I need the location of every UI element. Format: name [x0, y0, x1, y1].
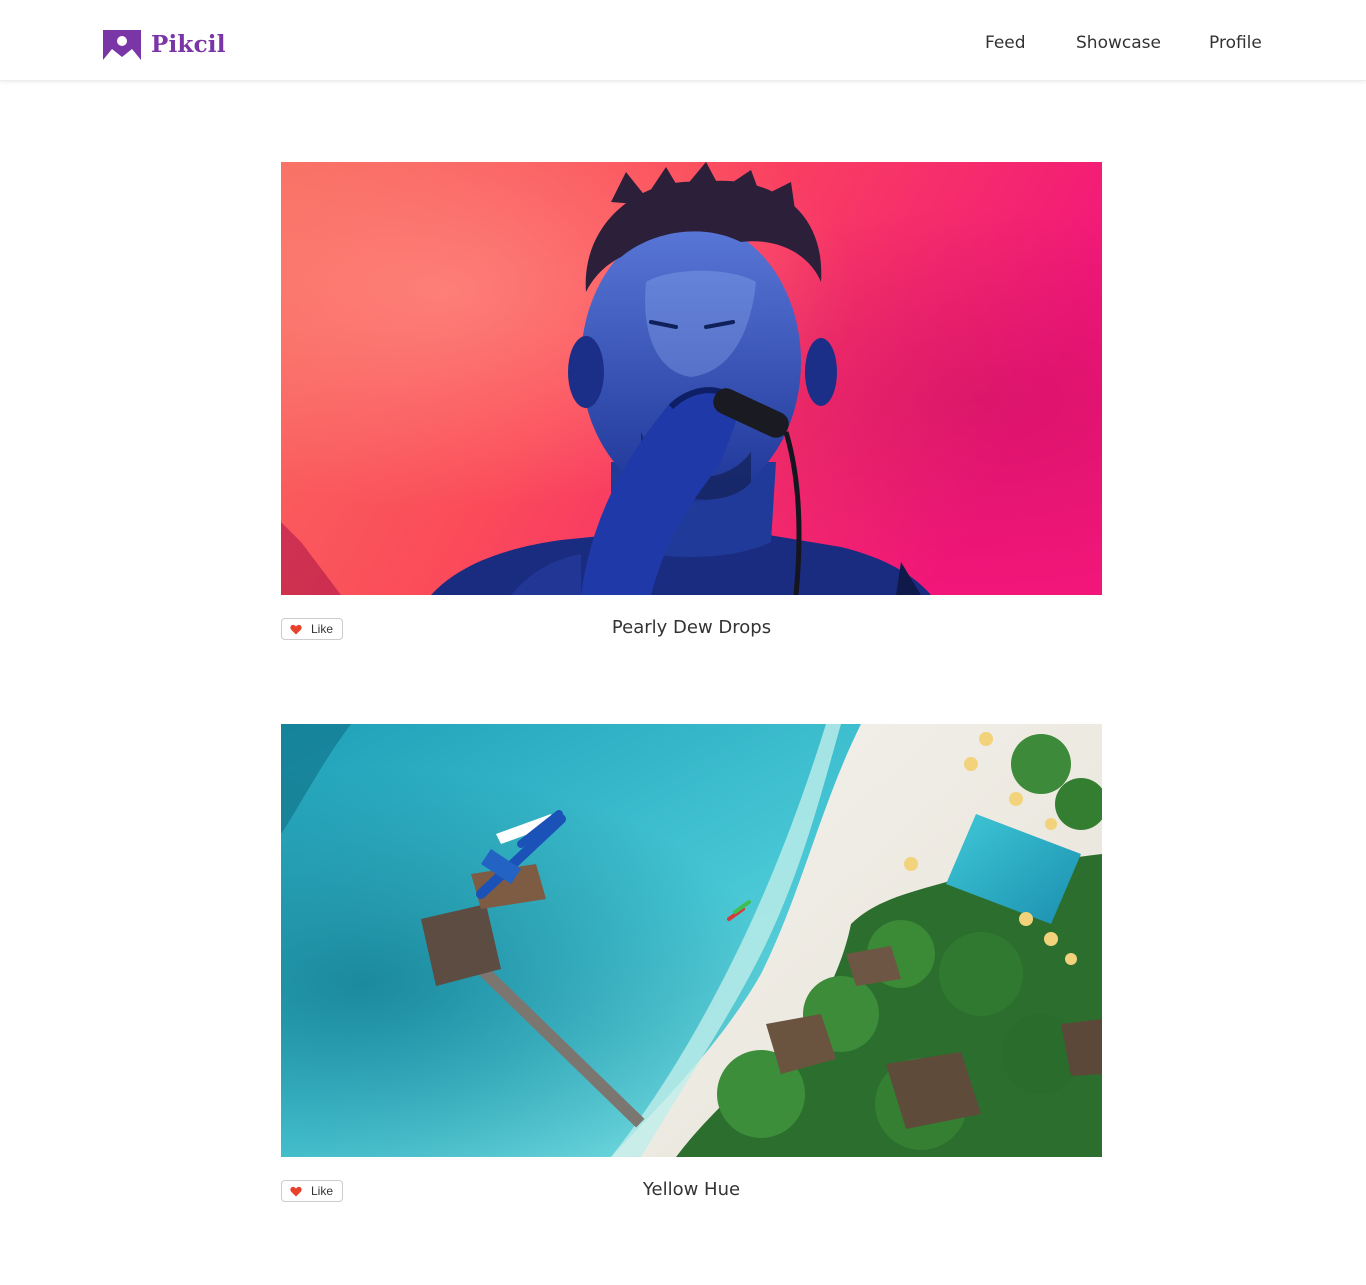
post-footer: Like Pearly Dew Drops [281, 595, 1102, 645]
post-footer: Like Yellow Hue [281, 1157, 1102, 1207]
nav-feed[interactable]: Feed [985, 33, 1026, 57]
post-title: Pearly Dew Drops [611, 617, 772, 638]
pikcil-logo[interactable]: Pikcil [103, 30, 226, 60]
post-photo-singer[interactable] [281, 162, 1102, 595]
nav-showcase[interactable]: Showcase [1076, 33, 1161, 57]
post-title: Yellow Hue [642, 1179, 741, 1200]
pikcil-logo-icon [103, 30, 141, 60]
photo-card: Like Pearly Dew Drops [281, 162, 1102, 645]
photo-card: Like Yellow Hue [281, 724, 1102, 1207]
nav-profile[interactable]: Profile [1209, 33, 1262, 57]
app-name: Pikcil [151, 31, 226, 58]
post-photo-beach[interactable] [281, 724, 1102, 1157]
top-navigation-bar: Pikcil Feed Showcase Profile [0, 0, 1366, 81]
